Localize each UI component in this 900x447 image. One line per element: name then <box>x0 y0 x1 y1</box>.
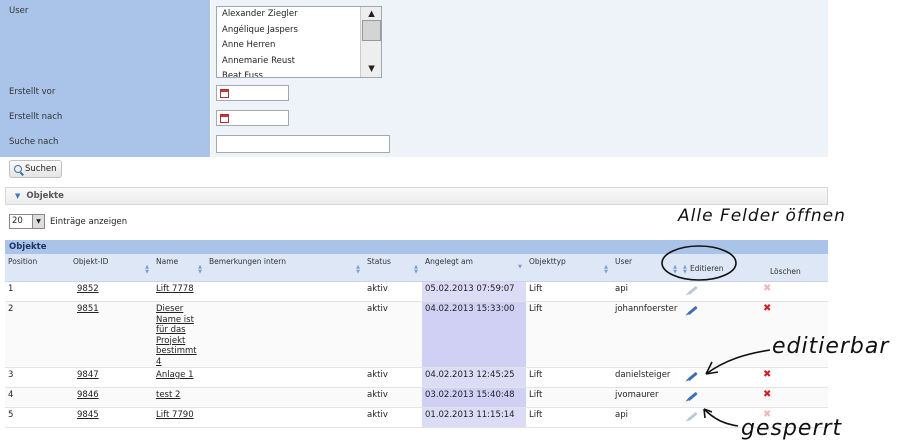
header-type[interactable]: Objekttyp ▲ ▼ <box>526 254 612 282</box>
header-user[interactable]: User ▲ ▼ <box>612 254 681 282</box>
sort-icon: ▲ ▼ <box>198 264 202 275</box>
chevron-down-icon[interactable]: ▼ <box>32 215 44 228</box>
created-before-row: Erstellt vor <box>0 81 828 107</box>
calendar-icon[interactable] <box>220 114 229 123</box>
filter-form: User Alexander Ziegler Angélique Jaspers… <box>0 0 828 158</box>
table-row: 4 9846 test 2 aktiv 03.02.2013 15:40:48 … <box>5 387 828 408</box>
annotation-open-all: Alle Felder öffnen <box>678 206 846 226</box>
sort-icon: ▲ ▼ <box>414 264 418 275</box>
pencil-icon[interactable] <box>687 371 698 382</box>
search-icon <box>14 165 22 173</box>
search-button[interactable]: Suchen <box>9 160 63 178</box>
sort-icon: ▲ ▼ <box>683 264 687 275</box>
user-option[interactable]: Anne Herren <box>217 38 381 54</box>
table-row: 5 9845 Lift 7790 aktiv 01.02.2013 11:15:… <box>5 407 828 428</box>
scroll-down-icon[interactable]: ▼ <box>361 62 381 77</box>
sort-icon: ▲ ▼ <box>673 264 677 275</box>
object-id-link[interactable]: 9852 <box>77 284 99 294</box>
page-length: 20 ▼ Einträge anzeigen <box>9 214 127 229</box>
table-row: 1 9852 Lift 7778 aktiv 05.02.2013 07:59:… <box>5 281 828 302</box>
objects-table: Objekte Position Objekt-ID ▲ ▼ Name ▲ ▼ Beme… <box>5 240 828 428</box>
object-name-link[interactable]: Lift 7790 <box>156 410 194 420</box>
collapse-triangle-icon[interactable]: ▼ <box>15 192 20 200</box>
header-name[interactable]: Name ▲ ▼ <box>153 254 206 282</box>
listbox-scrollbar[interactable]: ▲ ▼ <box>360 7 381 77</box>
object-id-link[interactable]: 9851 <box>77 304 99 314</box>
scroll-thumb[interactable] <box>362 20 381 41</box>
user-label: User <box>0 0 210 81</box>
object-name-link[interactable]: test 2 <box>156 390 180 400</box>
user-listbox[interactable]: Alexander Ziegler Angélique Jaspers Anne… <box>216 6 382 78</box>
object-id-link[interactable]: 9847 <box>77 370 99 380</box>
sort-icon: ▲ ▼ <box>356 264 360 275</box>
header-status[interactable]: Status ▲ ▼ <box>364 254 422 282</box>
created-before-label: Erstellt vor <box>0 81 210 106</box>
user-option[interactable]: Annemarie Reust <box>217 54 381 70</box>
annotation-editable: editierbar <box>772 334 890 359</box>
object-id-link[interactable]: 9845 <box>77 410 99 420</box>
section-title: Objekte <box>26 191 64 201</box>
delete-x-icon: ✖ <box>763 283 772 294</box>
header-object-id[interactable]: Objekt-ID ▲ ▼ <box>70 254 153 282</box>
page-length-value: 20 <box>12 216 23 226</box>
search-row: Suche nach <box>0 131 828 158</box>
object-name-link[interactable]: Anlage 1 <box>156 370 194 380</box>
user-row: User Alexander Ziegler Angélique Jaspers… <box>0 0 828 82</box>
calendar-icon[interactable] <box>220 89 229 98</box>
header-edit[interactable]: Editieren ▲ ▼ <box>681 254 754 282</box>
created-after-input[interactable] <box>216 110 289 126</box>
object-name-link[interactable]: Lift 7778 <box>156 284 194 294</box>
user-option[interactable]: Angélique Jaspers <box>217 23 381 39</box>
sort-icon: ▼ <box>518 264 522 270</box>
object-name-link[interactable]: Dieser Name ist für das Projekt bestimmt… <box>156 304 197 367</box>
header-position[interactable]: Position <box>5 254 70 282</box>
table-row: 2 9851 Dieser Name ist für das Projekt b… <box>5 301 828 368</box>
header-delete[interactable]: Löschen <box>754 254 828 282</box>
search-input[interactable] <box>216 135 390 153</box>
search-label: Suche nach <box>0 131 210 157</box>
pencil-icon <box>687 411 698 422</box>
table-caption: Objekte <box>5 240 828 254</box>
delete-x-icon[interactable]: ✖ <box>763 303 771 314</box>
created-after-label: Erstellt nach <box>0 106 210 131</box>
delete-x-icon[interactable]: ✖ <box>763 389 771 400</box>
created-before-input[interactable] <box>216 85 289 101</box>
objects-section-header[interactable]: ▼ Objekte <box>5 187 828 205</box>
page-length-select[interactable]: 20 ▼ <box>9 214 45 229</box>
delete-x-icon[interactable]: ✖ <box>763 369 771 380</box>
pencil-icon[interactable] <box>687 391 698 402</box>
created-after-row: Erstellt nach <box>0 106 828 132</box>
table-row: 3 9847 Anlage 1 aktiv 04.02.2013 12:45:2… <box>5 367 828 388</box>
sort-icon: ▲ ▼ <box>604 264 608 275</box>
annotation-locked: gesperrt <box>741 416 843 441</box>
table-header-row: Position Objekt-ID ▲ ▼ Name ▲ ▼ Bemerkungen … <box>5 254 828 282</box>
header-notes[interactable]: Bemerkungen intern ▲ ▼ <box>206 254 364 282</box>
pencil-icon <box>687 285 698 296</box>
sort-icon: ▲ ▼ <box>145 264 149 275</box>
user-option[interactable]: Alexander Ziegler <box>217 7 381 23</box>
object-id-link[interactable]: 9846 <box>77 390 99 400</box>
header-created[interactable]: Angelegt am ▼ <box>422 254 526 282</box>
page-length-label: Einträge anzeigen <box>50 216 128 227</box>
user-option[interactable]: Beat Fuss <box>217 69 381 77</box>
search-button-label: Suchen <box>25 164 57 174</box>
pencil-icon[interactable] <box>687 305 698 316</box>
